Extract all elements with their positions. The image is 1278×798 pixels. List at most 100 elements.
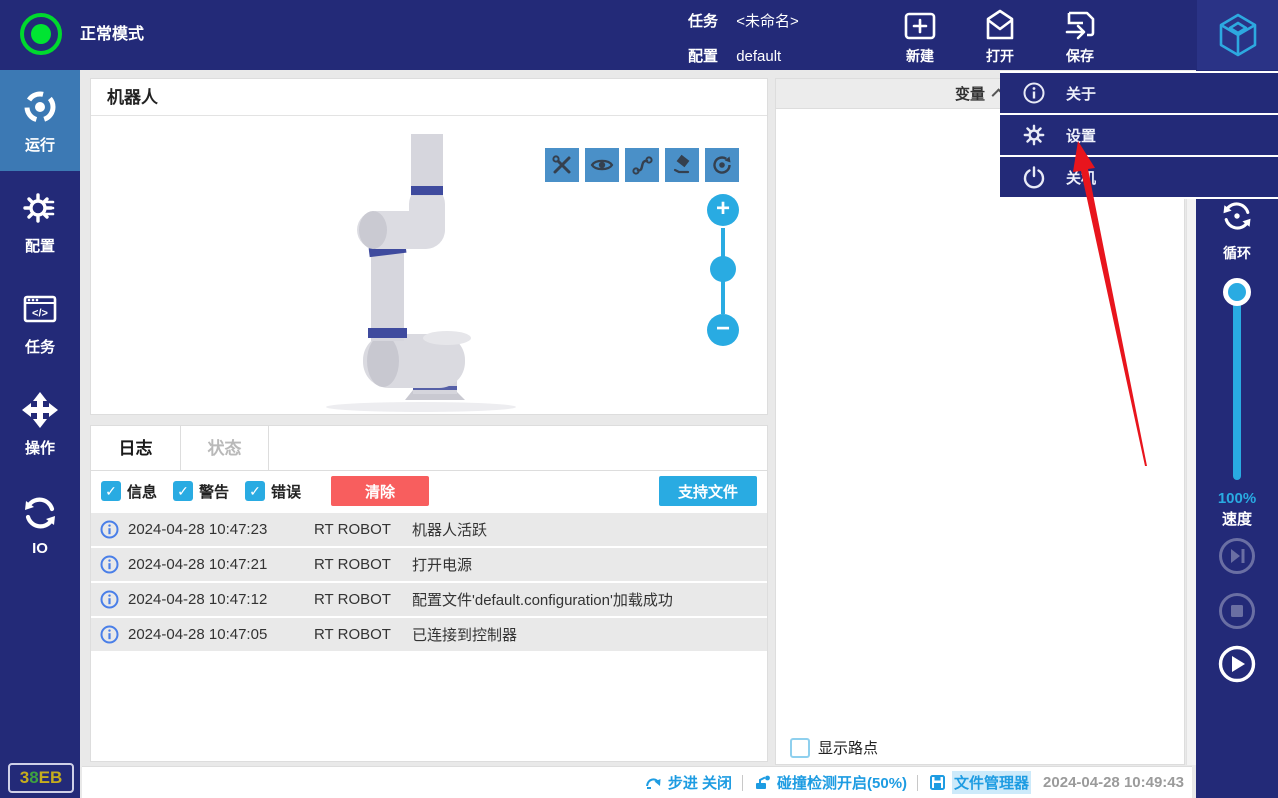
loop-button[interactable]: 循环 [1196,198,1278,263]
log-source: RT ROBOT [314,626,391,643]
play-button[interactable] [1218,645,1256,683]
save-task-button[interactable]: 保存 [1040,2,1120,68]
log-source: RT ROBOT [314,556,391,573]
sidebar-item-label: 操作 [24,439,55,457]
tab-log[interactable]: 日志 [91,426,181,470]
show-waypoints-checkbox[interactable] [790,737,810,758]
mode-status-icon [20,13,62,55]
file-manager-icon [930,775,946,790]
open-task-label: 打开 [986,48,1014,64]
save-task-label: 保存 [1066,48,1094,64]
path-button[interactable] [625,148,659,182]
step-mode-toggle[interactable]: 步进 关闭 [644,772,732,793]
divider [742,774,744,791]
stop-button[interactable] [1218,592,1256,630]
collision-detection-toggle[interactable]: 碰撞检测开启(50%) [753,772,907,793]
task-icon: </> [23,295,57,322]
configure-icon [23,192,55,223]
warning-checkbox[interactable] [173,481,194,501]
variables-panel-title: 变量 [954,86,985,103]
app-window: 正常模式 任务 <未命名> 配置 default 新建 打开 保存 运行 配置 … [0,0,1278,798]
log-source: RT ROBOT [314,521,391,538]
view-button[interactable] [585,148,619,182]
tab-status[interactable]: 状态 [181,426,269,470]
menu-item-shutdown[interactable]: 关机 [1000,157,1278,199]
sidebar-item-task[interactable]: </> 任务 [0,272,80,373]
log-message: 已连接到控制器 [412,627,518,644]
log-row: 2024-04-28 10:47:05 RT ROBOT 已连接到控制器 [91,618,767,651]
run-icon [24,91,56,122]
step-next-button[interactable] [1218,537,1256,575]
app-menu-button[interactable] [1197,0,1278,70]
log-message: 机器人活跃 [412,522,488,539]
log-time: 2024-04-28 10:47:23 [128,521,268,538]
menu-item-settings[interactable]: 设置 [1000,115,1278,157]
new-task-label: 新建 [906,48,934,64]
gear-icon [1023,124,1045,146]
log-list: 2024-04-28 10:47:23 RT ROBOT 机器人活跃 2024-… [91,513,767,651]
speed-slider-track[interactable] [1233,288,1241,480]
log-time: 2024-04-28 10:47:12 [128,591,268,608]
menu-item-about[interactable]: 关于 [1000,73,1278,115]
sidebar-item-label: IO [32,539,48,557]
log-panel: 日志 状态 信息 警告 错误 清除 支持文件 2024-04-28 10:47:… [90,425,768,762]
topbar: 正常模式 任务 <未命名> 配置 default 新建 打开 保存 [0,0,1278,70]
view-zoom-control: + − [707,194,739,346]
stop-icon [1219,593,1255,629]
zoom-slider-handle[interactable] [710,256,736,282]
error-checkbox[interactable] [245,481,266,501]
status-code-badge: 38EB [8,763,74,793]
new-task-button[interactable]: 新建 [880,2,960,68]
show-waypoints-row: 显示路点 [790,737,878,758]
info-icon [100,520,119,539]
open-task-button[interactable]: 打开 [960,2,1040,68]
open-file-icon [986,9,1014,40]
menu-item-label: 设置 [1066,127,1097,145]
topbar-actions: 新建 打开 保存 [880,2,1120,68]
info-icon [100,590,119,609]
log-time: 2024-04-28 10:47:05 [128,626,268,643]
tools-button[interactable] [545,148,579,182]
support-files-button[interactable]: 支持文件 [659,476,757,506]
menu-item-label: 关于 [1066,85,1097,103]
log-source: RT ROBOT [314,591,391,608]
erase-button[interactable] [665,148,699,182]
sidebar-item-operate[interactable]: 操作 [0,373,80,474]
show-waypoints-label: 显示路点 [818,740,879,757]
app-logo-icon [1219,13,1256,57]
skip-next-icon [1219,538,1255,574]
mode-label: 正常模式 [80,26,145,43]
speed-slider-handle[interactable] [1223,278,1251,306]
svg-text:</>: </> [32,307,48,319]
sidebar-item-io[interactable]: IO [0,474,80,575]
reset-view-button[interactable] [705,148,739,182]
collision-icon [756,775,770,789]
zoom-in-button[interactable]: + [707,194,739,226]
sidebar-item-run[interactable]: 运行 [0,70,80,171]
statusbar: 步进 关闭 碰撞检测开启(50%) 文件管理器 2024-04-28 10:49… [82,766,1192,798]
error-checkbox-label: 错误 [271,483,302,501]
zoom-out-button[interactable]: − [707,314,739,346]
loop-icon [1223,202,1251,230]
robot-panel: 机器人 + − [90,78,768,415]
divider [917,774,919,791]
sidebar-item-label: 任务 [24,338,55,356]
left-sidebar: 运行 配置 </> 任务 操作 IO [0,70,80,798]
info-icon [100,625,119,644]
log-message: 配置文件'default.configuration'加载成功 [412,592,673,609]
file-manager-button[interactable]: 文件管理器 [928,771,1032,794]
log-time: 2024-04-28 10:47:21 [128,556,268,573]
clear-log-button[interactable]: 清除 [331,476,430,506]
sidebar-item-configure[interactable]: 配置 [0,171,80,272]
loop-label: 循环 [1223,245,1251,261]
warning-checkbox-label: 警告 [199,483,230,501]
robot-view-toolbar [545,148,739,182]
log-filter-row: 信息 警告 错误 清除 支持文件 [91,471,767,511]
collision-detection-label: 碰撞检测开启(50%) [777,775,908,792]
log-row: 2024-04-28 10:47:23 RT ROBOT 机器人活跃 [91,513,767,546]
play-icon [1218,645,1256,683]
log-tabs: 日志 状态 [91,426,767,471]
info-checkbox[interactable] [101,481,121,501]
log-message: 打开电源 [412,557,473,574]
info-icon [1023,82,1045,104]
